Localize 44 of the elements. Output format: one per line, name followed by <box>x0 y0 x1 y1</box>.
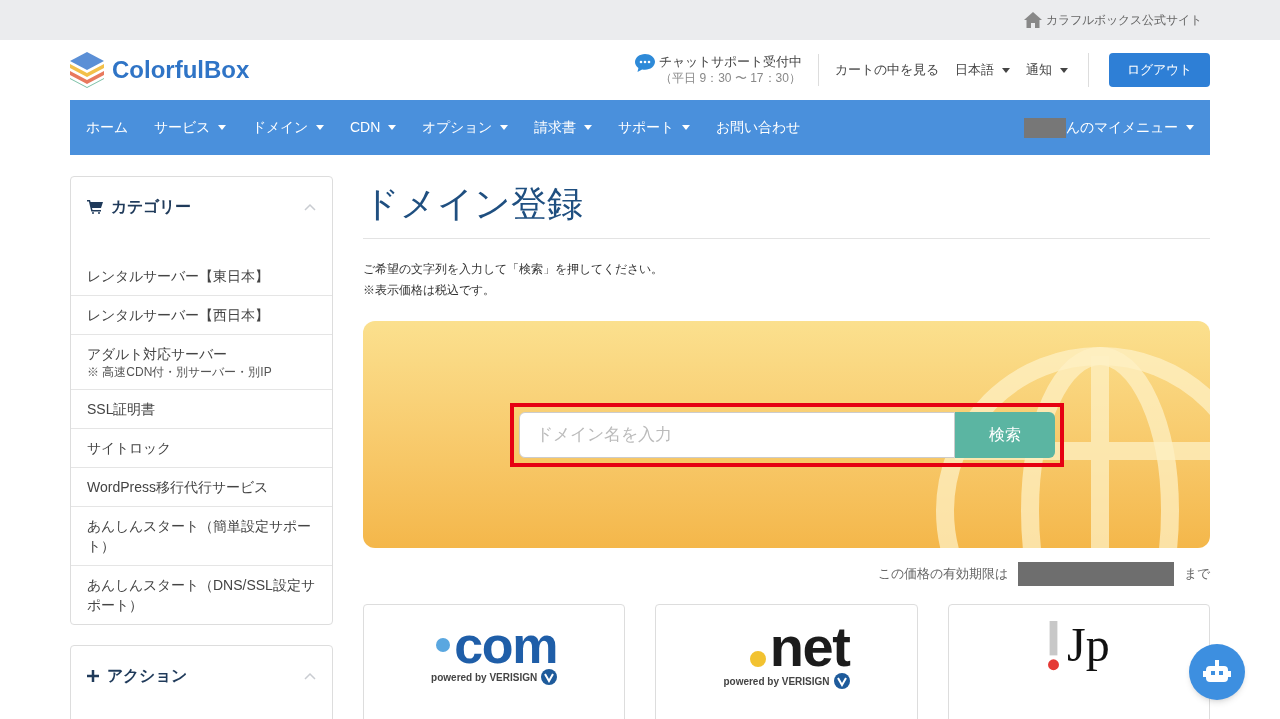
logo-text: ColorfulBox <box>112 55 250 85</box>
description-text: ご希望の文字列を入力して「検索」を押してください。 <box>363 261 664 278</box>
exclamation-mark-icon <box>1048 621 1059 671</box>
redacted-block <box>1024 117 1066 138</box>
page-title: ドメイン登録 <box>363 176 1210 239</box>
category-item[interactable]: レンタルサーバー【西日本】 <box>71 295 332 334</box>
tld-logo-text: net <box>769 619 850 675</box>
dot-icon <box>436 638 451 652</box>
category-item[interactable]: レンタルサーバー【東日本】 <box>71 257 332 295</box>
domain-search-field[interactable]: ドメイン名を入力 <box>518 411 955 458</box>
validity-text: まで <box>1184 565 1210 584</box>
tld-card[interactable]: com powered by VERISIGN <box>363 604 626 719</box>
logo-icon <box>70 52 104 88</box>
tld-logo-text: Jp <box>1067 619 1110 671</box>
chatbot-button[interactable] <box>1189 644 1245 700</box>
tld-logo-text: com <box>454 619 558 671</box>
description-text: ※表示価格は税込です。 <box>363 282 496 299</box>
header-link[interactable]: 日本語 <box>955 60 1010 80</box>
category-item[interactable]: サイトロック <box>71 428 332 467</box>
cart-icon <box>87 200 103 214</box>
header-link[interactable]: 通知 <box>1026 60 1068 80</box>
official-site-link[interactable]: カラフルボックス公式サイト <box>1024 11 1202 29</box>
dot-icon <box>749 651 766 667</box>
header-link[interactable]: カートの中を見る <box>835 60 939 80</box>
powered-by-text: powered by VERISIGN <box>431 670 538 685</box>
category-item[interactable]: アダルト対応サーバー ※ 高速CDN付・別サーバー・別IP <box>71 334 332 389</box>
plus-icon <box>87 670 99 682</box>
category-item[interactable]: あんしんスタート（DNS/SSL設定サポート） <box>71 565 332 624</box>
panel-title: アクション <box>107 666 187 686</box>
validity-text: この価格の有効期限は <box>878 565 1008 584</box>
category-item[interactable]: あんしんスタート（簡単設定サポート） <box>71 506 332 565</box>
chat-support-status[interactable]: チャットサポート受付中 <box>659 54 802 70</box>
category-item[interactable]: WordPress移行代行サービス <box>71 467 332 506</box>
panel-title: カテゴリー <box>111 197 191 217</box>
chat-bubble-icon <box>635 54 655 72</box>
robot-icon <box>1203 660 1231 684</box>
logout-button[interactable]: ログアウト <box>1109 53 1210 87</box>
chevron-icon[interactable] <box>304 672 316 680</box>
home-icon <box>1024 12 1042 28</box>
powered-by-text: powered by VERISIGN <box>723 674 830 689</box>
tld-card[interactable]: net powered by VERISIGN <box>655 604 918 719</box>
category-item[interactable]: SSL証明書 <box>71 389 332 428</box>
chat-support-hours: （平日 9：30 〜 17：30） <box>660 70 801 86</box>
chevron-icon[interactable] <box>304 203 316 211</box>
